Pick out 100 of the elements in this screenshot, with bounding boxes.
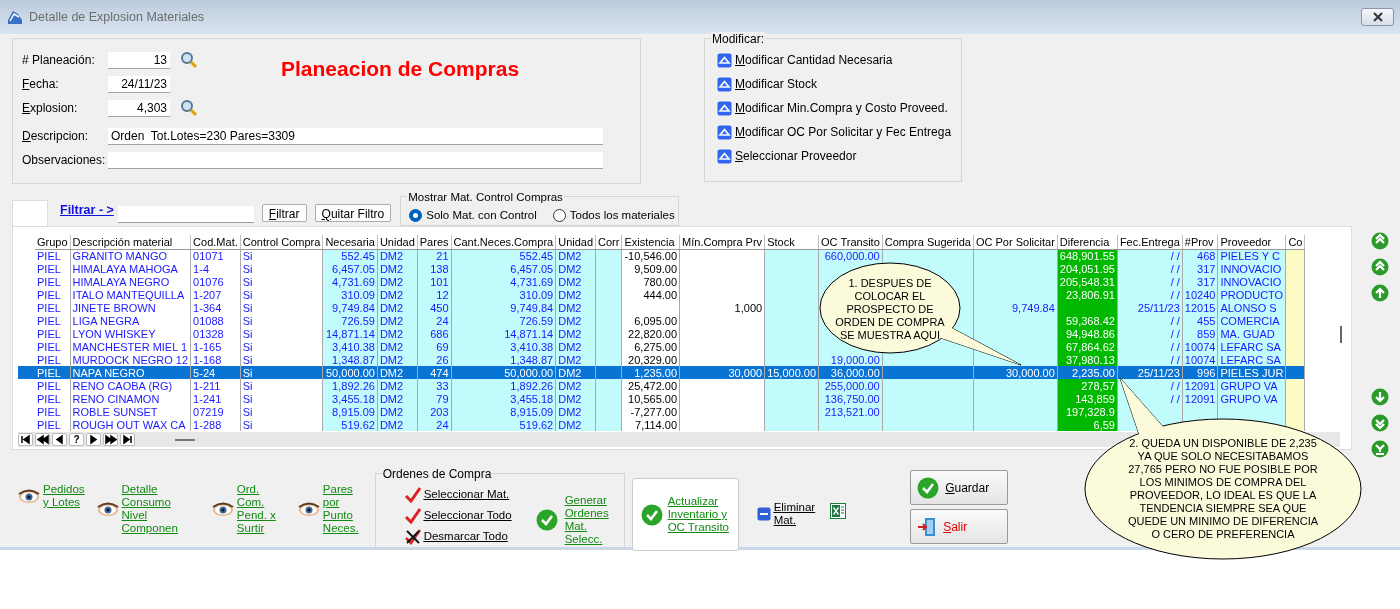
table-cell: 1,235.00	[621, 366, 680, 379]
table-cell: GRANITO MANGO	[70, 249, 191, 262]
update-inventory-button[interactable]: Actualizar Inventario y OC Transito	[631, 478, 739, 551]
filter-field[interactable]	[117, 206, 254, 223]
modify-link[interactable]: Seleccionar Proveedor	[717, 144, 857, 168]
filter-button[interactable]: Filtrar	[261, 204, 307, 222]
double-down-arrow-icon[interactable]	[1371, 440, 1389, 458]
order-action-link[interactable]: Desmarcar Todo	[403, 526, 508, 547]
save-button[interactable]: Guardar	[910, 470, 1009, 505]
text-field[interactable]	[108, 151, 603, 169]
table-cell: 50,000.00	[451, 366, 556, 379]
callout-text: 1. DESPUES DE COLOCAR EL PROSPECTO DE ORDEN DE COMPRA SE MUESTRA AQUI	[835, 277, 945, 342]
text-field[interactable]: 4,303	[108, 99, 170, 117]
table-cell: 143,859	[1057, 392, 1118, 405]
report-link[interactable]: Pedidos y Lotes	[43, 483, 85, 509]
filter-button[interactable]: Quitar Filtro	[314, 204, 392, 222]
table-cell: 36,000.00	[818, 366, 883, 379]
table-cell: Si	[240, 405, 323, 418]
table-cell: 1-207	[190, 288, 241, 301]
group-title: Modificar:	[711, 32, 765, 46]
close-icon[interactable]	[1371, 12, 1384, 22]
table-cell: ALONSO S	[1217, 301, 1286, 314]
delete-material-button[interactable]: Eliminar Mat.	[756, 501, 816, 527]
search-icon[interactable]	[180, 51, 198, 69]
text-field[interactable]: 24/11/23	[108, 75, 170, 93]
scrollbar-thumb[interactable]	[175, 438, 195, 441]
table-cell: PRODUCTO	[1217, 288, 1286, 301]
next-button[interactable]	[86, 433, 101, 446]
table-cell: / /	[1117, 340, 1183, 353]
table-cell: PIEL	[35, 340, 71, 353]
table-cell: 317	[1182, 262, 1218, 275]
column-header: Control Compra	[240, 235, 323, 249]
table-cell: 9,749.84	[973, 301, 1058, 314]
report-link[interactable]: Ord. Com. Pend. x Surtir	[236, 483, 276, 535]
close-button[interactable]	[1361, 8, 1394, 26]
text-field[interactable]: 13	[108, 51, 170, 69]
order-action-link[interactable]: Seleccionar Todo	[403, 505, 512, 526]
table-cell: DM2	[555, 288, 596, 301]
table-cell: 10074	[1182, 340, 1218, 353]
table-cell: DM2	[555, 405, 596, 418]
table-cell: 30,000.00	[973, 366, 1058, 379]
table-cell: 12091	[1182, 392, 1218, 405]
table-cell: 213,521.00	[818, 405, 883, 418]
table-cell: / /	[1117, 288, 1183, 301]
down-arrow-icon[interactable]	[1371, 388, 1389, 406]
radio-button[interactable]	[552, 209, 566, 222]
generate-orders-button[interactable]: Generar Ordenes Mat. Selecc.	[535, 490, 609, 549]
table-cell: 519.62	[451, 418, 556, 431]
search-icon[interactable]	[180, 99, 198, 117]
first-button[interactable]	[18, 433, 33, 446]
table-cell: 205,548.31	[1057, 275, 1118, 288]
table-cell: NAPA NEGRO	[70, 366, 191, 379]
order-action-link[interactable]: Seleccionar Mat.	[403, 484, 510, 505]
table-cell: HIMALAYA NEGRO	[70, 275, 191, 288]
eye-icon[interactable]	[18, 488, 40, 504]
column-header: Corr	[595, 235, 622, 249]
text-field[interactable]: Orden Tot.Lotes=230 Pares=3309	[108, 127, 603, 145]
modify-link[interactable]: Modificar OC Por Solicitar y Fec Entrega	[717, 120, 952, 144]
table-cell: / /	[1117, 275, 1183, 288]
report-link[interactable]: Pares por Punto Neces.	[322, 483, 359, 535]
previous-button[interactable]	[52, 433, 67, 446]
radio-button[interactable]	[409, 209, 423, 222]
table-cell: 1,892.26	[322, 379, 378, 392]
table-cell: 67,864.62	[1057, 340, 1118, 353]
filter-link[interactable]: Filtrar - >	[60, 200, 114, 220]
column-header: Unidad	[377, 235, 418, 249]
eye-icon[interactable]	[96, 501, 119, 517]
up-arrow-icon[interactable]	[1371, 284, 1389, 302]
exit-button[interactable]: Salir	[910, 509, 1009, 544]
table-cell: 12015	[1182, 301, 1218, 314]
table-cell: 1,348.87	[451, 353, 556, 366]
table-cell: HIMALAYA MAHOGA	[70, 262, 191, 275]
eye-icon[interactable]	[297, 501, 320, 517]
last-button[interactable]	[120, 433, 135, 446]
column-header: Stock	[764, 235, 819, 249]
table-cell: 996	[1182, 366, 1218, 379]
scrollbar-thumb[interactable]	[1340, 326, 1342, 343]
help-button[interactable]: ?	[69, 433, 84, 446]
table-cell: 3,455.18	[451, 392, 556, 405]
report-link[interactable]: Detalle Consumo Nivel Componen	[121, 483, 178, 535]
field-label: Descripcion:	[22, 128, 90, 145]
table-cell: GRUPO VA	[1217, 379, 1286, 392]
rewind-button[interactable]	[35, 433, 50, 446]
field-label: # Planeación:	[22, 52, 96, 69]
table-cell: MANCHESTER MIEL 1	[70, 340, 191, 353]
eye-icon[interactable]	[211, 501, 234, 517]
modify-link[interactable]: Modificar Cantidad Necesaria	[717, 48, 893, 72]
table-cell: DM2	[555, 340, 596, 353]
table-cell: 2,235.00	[1057, 366, 1118, 379]
table-cell: Si	[240, 379, 323, 392]
table-cell: PIEL	[35, 275, 71, 288]
table-cell: 10074	[1182, 353, 1218, 366]
modify-link[interactable]: Modificar Stock	[717, 72, 818, 96]
table-cell: 07219	[190, 405, 241, 418]
table-cell: 30,000	[679, 366, 765, 379]
spreadsheet-icon[interactable]	[830, 503, 847, 519]
modify-link[interactable]: Modificar Min.Compra y Costo Proveed.	[717, 96, 948, 120]
table-cell: PIEL	[35, 301, 71, 314]
fast-forward-button[interactable]	[103, 433, 118, 446]
callout-text: 2. QUEDA UN DISPONIBLE DE 2,235 YA QUE SOLO NECESITABAMOS 27,765 PERO NO FUE POSIBLE POR LOS MINIMOS DE COMPRA DEL PROVEEDOR, LO IDEAL ES QUE LA TENDENCIA SIEMPRE SEA QUE QUEDE UN MINIMO DE DIFERENCIA O CERO DE PREFERENCIA	[1127, 437, 1319, 541]
